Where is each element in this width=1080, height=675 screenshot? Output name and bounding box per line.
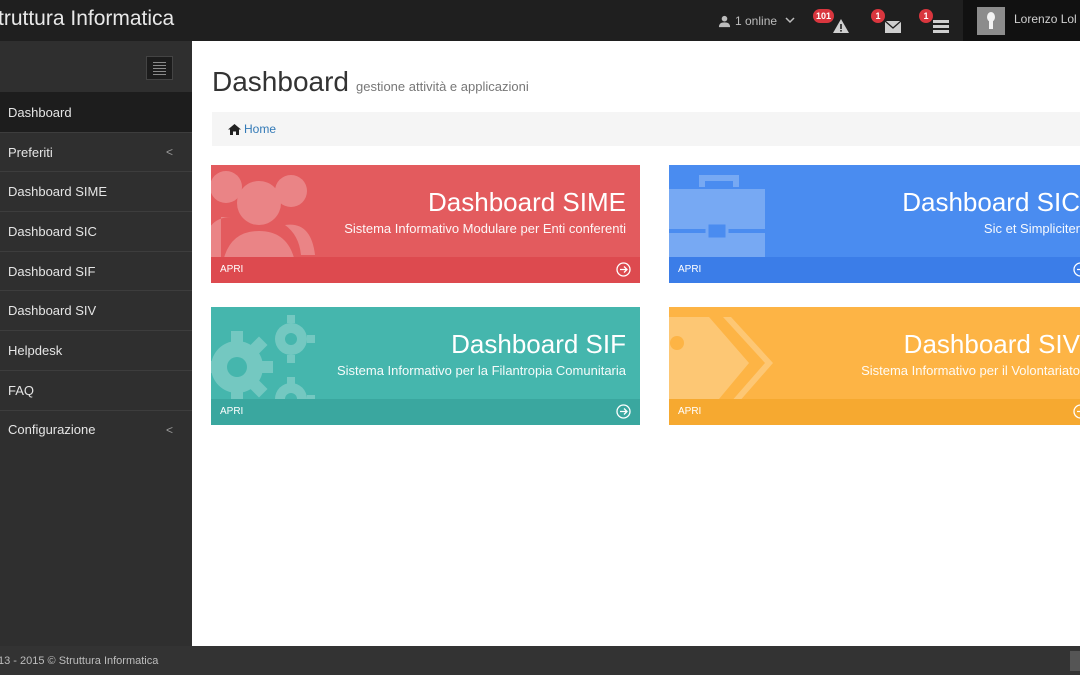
sidebar-toggle-button[interactable]	[146, 56, 173, 80]
tile-dashboard-sif[interactable]: Dashboard SIF Sistema Informativo per la…	[211, 307, 640, 425]
chevron-left-icon: <	[166, 422, 174, 437]
tasks-icon	[933, 20, 949, 33]
avatar	[977, 7, 1005, 35]
username: Lorenzo Lol	[1014, 12, 1077, 26]
arrow-circle-right-icon	[616, 404, 631, 419]
sidebar-item-dashboard[interactable]: Dashboard	[0, 92, 192, 132]
user-icon	[718, 15, 731, 27]
sidebar-toggle-row	[0, 41, 192, 92]
sidebar-item-label: Helpdesk	[8, 342, 63, 358]
sidebar-item-dashboard-sic[interactable]: Dashboard SIC	[0, 211, 192, 251]
tile-description: Sistema Informativo per il Volontariato	[861, 363, 1080, 378]
page-title: Dashboard	[212, 66, 349, 97]
tasks-badge: 1	[919, 9, 933, 23]
sidebar-item-label: Dashboard SIC	[8, 223, 97, 239]
arrow-circle-right-icon	[1073, 262, 1080, 277]
chevron-left-icon: <	[166, 144, 174, 159]
home-icon	[228, 123, 241, 135]
page-header: Dashboard gestione attività e applicazio…	[212, 66, 529, 98]
tasks-notification[interactable]: 1	[919, 9, 949, 33]
tile-title: Dashboard SIV	[903, 329, 1080, 359]
online-users-dropdown[interactable]: 1 online	[718, 14, 795, 28]
scroll-to-top-button[interactable]	[1070, 651, 1080, 671]
sidebar-item-faq[interactable]: FAQ	[0, 369, 192, 410]
sidebar-item-label: Dashboard SIV	[8, 303, 97, 319]
tile-footer-label: APRI	[220, 406, 244, 417]
page-subtitle: gestione attività e applicazioni	[355, 79, 529, 94]
sidebar-item-helpdesk[interactable]: Helpdesk	[0, 330, 192, 370]
tile-dashboard-sime[interactable]: Dashboard SIME Sistema Informativo Modul…	[211, 165, 640, 283]
sidebar-item-label: Dashboard	[8, 104, 72, 120]
user-menu[interactable]: Lorenzo Lol	[963, 0, 1080, 41]
chevron-down-icon	[785, 15, 795, 27]
app-brand[interactable]: truttura Informatica	[0, 7, 174, 31]
tile-footer-link[interactable]: APRI	[211, 257, 640, 283]
tile-description: Sistema Informativo per la Filantropia C…	[336, 363, 626, 378]
sidebar-item-preferiti[interactable]: Preferiti <	[0, 131, 192, 172]
avatar-silhouette-icon	[987, 12, 995, 29]
messages-badge: 1	[871, 9, 885, 23]
arrow-circle-right-icon	[1073, 404, 1080, 419]
sidebar-item-label: FAQ	[8, 382, 35, 398]
tile-description: Sic et Simpliciter	[983, 221, 1080, 236]
tile-title: Dashboard SIME	[428, 187, 626, 217]
sidebar-item-label: Configurazione	[8, 422, 96, 438]
sidebar-item-label: Dashboard SIF	[8, 263, 96, 279]
warning-icon	[833, 19, 849, 33]
sidebar-item-dashboard-siv[interactable]: Dashboard SIV	[0, 290, 192, 330]
alerts-badge: 101	[813, 9, 835, 23]
sidebar: Dashboard Preferiti < Dashboard SIME Dash…	[0, 41, 192, 646]
breadcrumb-home-link[interactable]: Home	[244, 122, 276, 136]
tile-footer-label: APRI	[220, 264, 244, 275]
breadcrumb: Home	[212, 112, 1080, 146]
sidebar-item-label: Dashboard SIME	[8, 184, 107, 200]
tile-title: Dashboard SIF	[451, 329, 626, 359]
tile-dashboard-siv[interactable]: Dashboard SIV Sistema Informativo per il…	[669, 307, 1080, 425]
alerts-notification[interactable]: 101	[813, 9, 849, 33]
tile-description: Sistema Informativo Modulare per Enti co…	[344, 221, 626, 236]
top-navbar: truttura Informatica 1 online 101 1 1 Lo…	[0, 0, 1080, 41]
arrow-circle-right-icon	[616, 262, 631, 277]
page-footer: 13 - 2015 © Struttura Informatica	[0, 646, 1080, 675]
tile-footer-link[interactable]: APRI	[669, 257, 1080, 283]
sidebar-item-dashboard-sif[interactable]: Dashboard SIF	[0, 250, 192, 291]
sidebar-item-label: Preferiti	[8, 144, 53, 160]
envelope-icon	[885, 21, 901, 33]
messages-notification[interactable]: 1	[871, 9, 901, 33]
copyright-text: 13 - 2015 © Struttura Informatica	[0, 655, 159, 667]
tile-dashboard-sic[interactable]: Dashboard SIC Sic et Simpliciter APRI	[669, 165, 1080, 283]
tile-footer-label: APRI	[678, 406, 702, 417]
sidebar-item-configurazione[interactable]: Configurazione <	[0, 409, 192, 450]
tile-footer-link[interactable]: APRI	[211, 399, 640, 425]
online-count: 1 online	[735, 14, 778, 28]
tile-footer-link[interactable]: APRI	[669, 399, 1080, 425]
sidebar-item-dashboard-sime[interactable]: Dashboard SIME	[0, 171, 192, 211]
tile-title: Dashboard SIC	[902, 187, 1080, 217]
tile-footer-label: APRI	[678, 264, 702, 275]
